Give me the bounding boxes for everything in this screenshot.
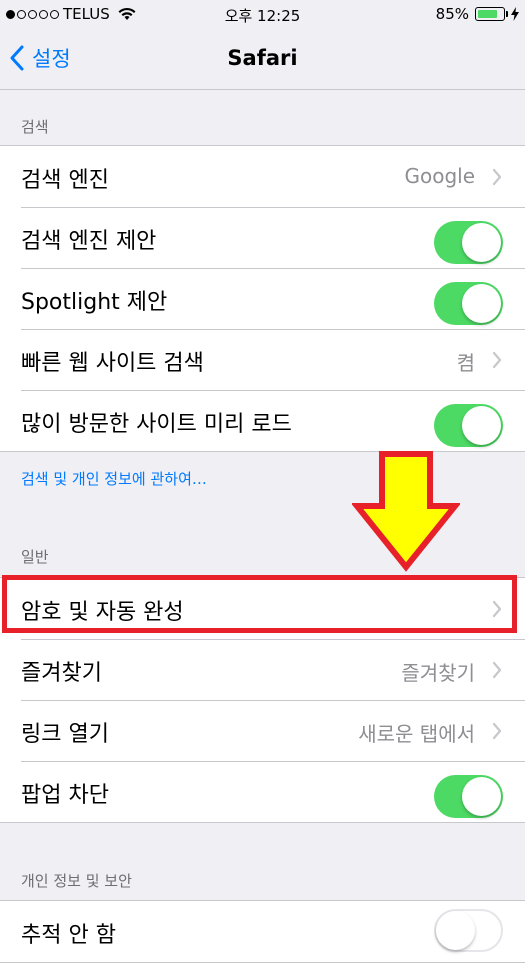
arrow-down-icon bbox=[350, 450, 462, 576]
engine-suggestions-toggle[interactable] bbox=[434, 221, 503, 264]
battery-icon bbox=[475, 7, 508, 21]
quick-website-search-row[interactable]: 빠른 웹 사이트 검색 켬 bbox=[0, 329, 525, 390]
engine-suggestions-label: 검색 엔진 제안 bbox=[21, 229, 157, 254]
preload-top-hit-toggle[interactable] bbox=[434, 404, 503, 447]
favorites-label: 즐겨찾기 bbox=[21, 661, 102, 686]
do-not-track-row: 추적 안 함 bbox=[0, 901, 525, 962]
page-title: Safari bbox=[227, 46, 298, 70]
section-header-privacy: 개인 정보 및 보안 bbox=[21, 872, 132, 890]
search-settings-group: 검색 엔진 Google 검색 엔진 제안 Spotlight 제안 빠른 웹 … bbox=[0, 145, 525, 452]
block-popups-row: 팝업 차단 bbox=[0, 761, 525, 822]
preload-top-hit-label: 많이 방문한 사이트 미리 로드 bbox=[21, 412, 292, 437]
status-bar: TELUS 오후 12:25 85% bbox=[0, 0, 525, 30]
status-right: 85% bbox=[436, 5, 519, 23]
open-links-label: 링크 열기 bbox=[21, 722, 109, 747]
block-popups-label: 팝업 차단 bbox=[21, 783, 109, 808]
section-header-search: 검색 bbox=[21, 118, 49, 136]
spotlight-suggestions-toggle[interactable] bbox=[434, 282, 503, 325]
do-not-track-toggle[interactable] bbox=[434, 909, 503, 952]
do-not-track-label: 추적 안 함 bbox=[21, 923, 116, 948]
navigation-bar: 설정 Safari bbox=[0, 30, 525, 90]
battery-percent: 85% bbox=[435, 5, 469, 23]
block-popups-toggle[interactable] bbox=[434, 775, 503, 818]
open-links-value: 새로운 탭에서 bbox=[358, 722, 475, 746]
search-engine-value: Google bbox=[404, 164, 475, 188]
open-links-row[interactable]: 링크 열기 새로운 탭에서 bbox=[0, 700, 525, 761]
favorites-row[interactable]: 즐겨찾기 즐겨찾기 bbox=[0, 639, 525, 700]
favorites-value: 즐겨찾기 bbox=[401, 661, 475, 685]
quick-website-search-label: 빠른 웹 사이트 검색 bbox=[21, 351, 204, 376]
chevron-right-icon bbox=[492, 168, 502, 190]
preload-top-hit-row: 많이 방문한 사이트 미리 로드 bbox=[0, 390, 525, 451]
search-privacy-link[interactable]: 검색 및 개인 정보에 관하여… bbox=[21, 468, 207, 489]
engine-suggestions-row: 검색 엔진 제안 bbox=[0, 207, 525, 268]
chevron-right-icon bbox=[492, 661, 502, 683]
search-engine-row[interactable]: 검색 엔진 Google bbox=[0, 146, 525, 207]
spotlight-suggestions-row: Spotlight 제안 bbox=[0, 268, 525, 329]
quick-website-search-value: 켬 bbox=[456, 351, 475, 375]
chevron-right-icon bbox=[492, 722, 502, 744]
chevron-right-icon bbox=[492, 351, 502, 373]
privacy-settings-group: 추적 안 함 bbox=[0, 900, 525, 963]
spotlight-suggestions-label: Spotlight 제안 bbox=[21, 290, 168, 315]
highlight-box bbox=[2, 575, 517, 633]
section-header-general: 일반 bbox=[21, 548, 49, 566]
charging-icon bbox=[511, 7, 519, 21]
search-engine-label: 검색 엔진 bbox=[21, 168, 109, 193]
